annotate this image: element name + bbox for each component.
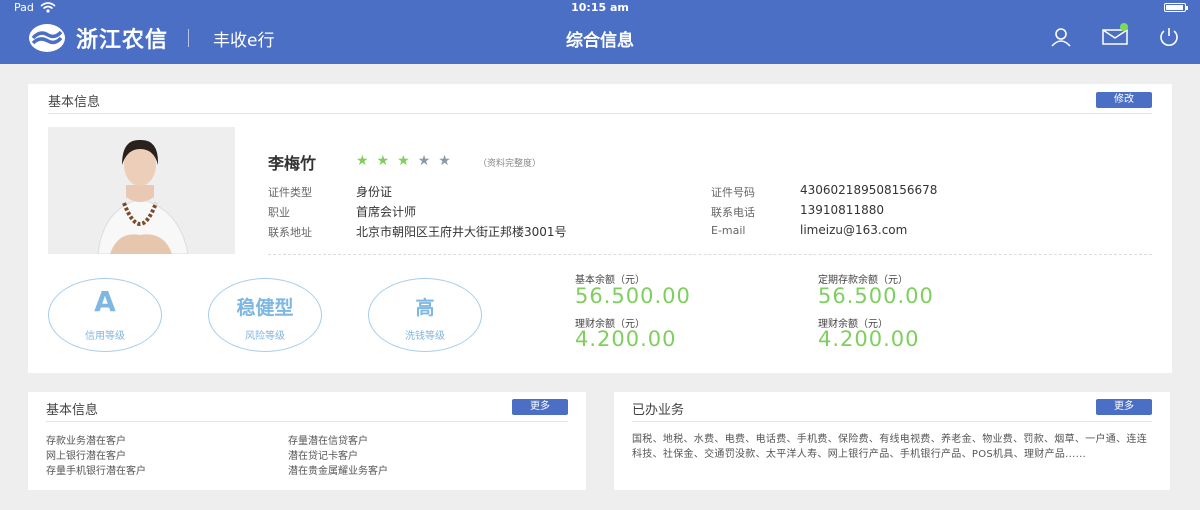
aml-rating-badge: 高 洗钱等级 <box>368 278 482 352</box>
id-type-label: 证件类型 <box>268 186 312 199</box>
star-icon: ★ <box>356 153 369 169</box>
battery-icon <box>1164 3 1188 12</box>
mail-icon <box>1102 29 1128 45</box>
wealth-balance-value-2: 4.200.00 <box>818 327 920 351</box>
star-icon: ★ <box>376 153 390 169</box>
basic-info-header: 基本信息 更多 <box>46 392 568 422</box>
credit-rating-badge: A 信用等级 <box>48 278 162 352</box>
email-label: E-mail <box>711 224 746 237</box>
list-item[interactable]: 存款业务潜在客户 <box>46 432 126 447</box>
power-button[interactable] <box>1156 26 1182 48</box>
mail-button[interactable] <box>1102 23 1128 48</box>
star-icon: ★ <box>397 153 410 169</box>
credit-rating-value: A <box>94 285 116 318</box>
email-value: limeizu@163.com <box>800 223 908 237</box>
power-icon <box>1160 28 1178 46</box>
occupation-value: 首席会计师 <box>356 205 417 219</box>
aml-rating-value: 高 <box>415 297 435 319</box>
wealth-balance-value: 4.200.00 <box>575 327 677 351</box>
phone-value: 13910811880 <box>800 203 884 217</box>
profile-rating: ★ ★ ★ ★ ★ <box>356 154 451 168</box>
aml-rating-label: 洗钱等级 <box>405 331 445 342</box>
star-icon: ★ <box>417 153 431 169</box>
header-actions <box>1048 23 1182 48</box>
address-label: 联系地址 <box>268 226 312 239</box>
user-button[interactable] <box>1048 26 1074 48</box>
page-title: 综合信息 <box>566 31 634 51</box>
list-item[interactable]: 潜在贷记卡客户 <box>288 447 358 462</box>
risk-rating-label: 风险等级 <box>245 331 285 342</box>
completed-business-card: 已办业务 更多 国税、地税、水费、电费、电话费、手机费、保险费、有线电视费、养老… <box>614 392 1170 490</box>
occupation-label: 职业 <box>268 206 290 219</box>
basic-more-button[interactable]: 更多 <box>512 399 568 415</box>
customer-photo <box>48 127 235 254</box>
list-item[interactable]: 存量潜在信贷客户 <box>288 432 368 447</box>
risk-rating-badge: 稳健型 风险等级 <box>208 278 322 352</box>
completed-business-list: 国税、地税、水费、电费、电话费、手机费、保险费、有线电视费、养老金、物业费、罚款… <box>632 434 1147 460</box>
profile-divider <box>268 254 1152 255</box>
customer-portrait <box>48 127 235 254</box>
list-item[interactable]: 存量手机银行潜在客户 <box>46 462 146 477</box>
fixed-deposit-balance-value: 56.500.00 <box>818 284 934 308</box>
list-item[interactable]: 网上银行潜在客户 <box>46 447 126 462</box>
profile-section-title: 基本信息 <box>48 95 101 110</box>
mail-notification-dot <box>1120 23 1128 31</box>
risk-rating-value: 稳健型 <box>236 297 294 319</box>
phone-label: 联系电话 <box>711 206 755 219</box>
basic-balance-value: 56.500.00 <box>575 284 691 308</box>
business-more-button[interactable]: 更多 <box>1096 399 1152 415</box>
customer-profile-card: 基本信息 修改 李梅竹 ★ ★ ★ ★ ★ （资料完整度） 证件类型 身份证 职业 首席… <box>28 84 1172 373</box>
customer-name: 李梅竹 <box>268 154 317 173</box>
app-header: Pad 10:15 am 浙江农信 丰收e行 综合信息 <box>0 0 1200 64</box>
status-time: 10:15 am <box>571 1 629 14</box>
address-value: 北京市朝阳区王府井大街正邦楼3001号 <box>356 225 567 239</box>
list-item[interactable]: 潜在贵金属耀业务客户 <box>288 462 388 477</box>
user-icon <box>1051 28 1071 47</box>
star-icon: ★ <box>438 153 451 169</box>
completed-business-title: 已办业务 <box>632 403 685 418</box>
credit-rating-label: 信用等级 <box>85 331 125 342</box>
completeness-label: （资料完整度） <box>478 159 542 169</box>
profile-card-header: 基本信息 修改 <box>48 84 1152 114</box>
edit-button[interactable]: 修改 <box>1096 92 1152 108</box>
battery-level <box>1166 5 1184 10</box>
id-number-value: 430602189508156678 <box>800 183 938 197</box>
id-number-label: 证件号码 <box>711 186 755 199</box>
completed-business-header: 已办业务 更多 <box>632 392 1152 422</box>
id-type-value: 身份证 <box>356 185 393 199</box>
basic-info-title: 基本信息 <box>46 403 99 418</box>
basic-info-card: 基本信息 更多 存款业务潜在客户 存量潜在信贷客户 网上银行潜在客户 潜在贷记卡… <box>28 392 586 490</box>
